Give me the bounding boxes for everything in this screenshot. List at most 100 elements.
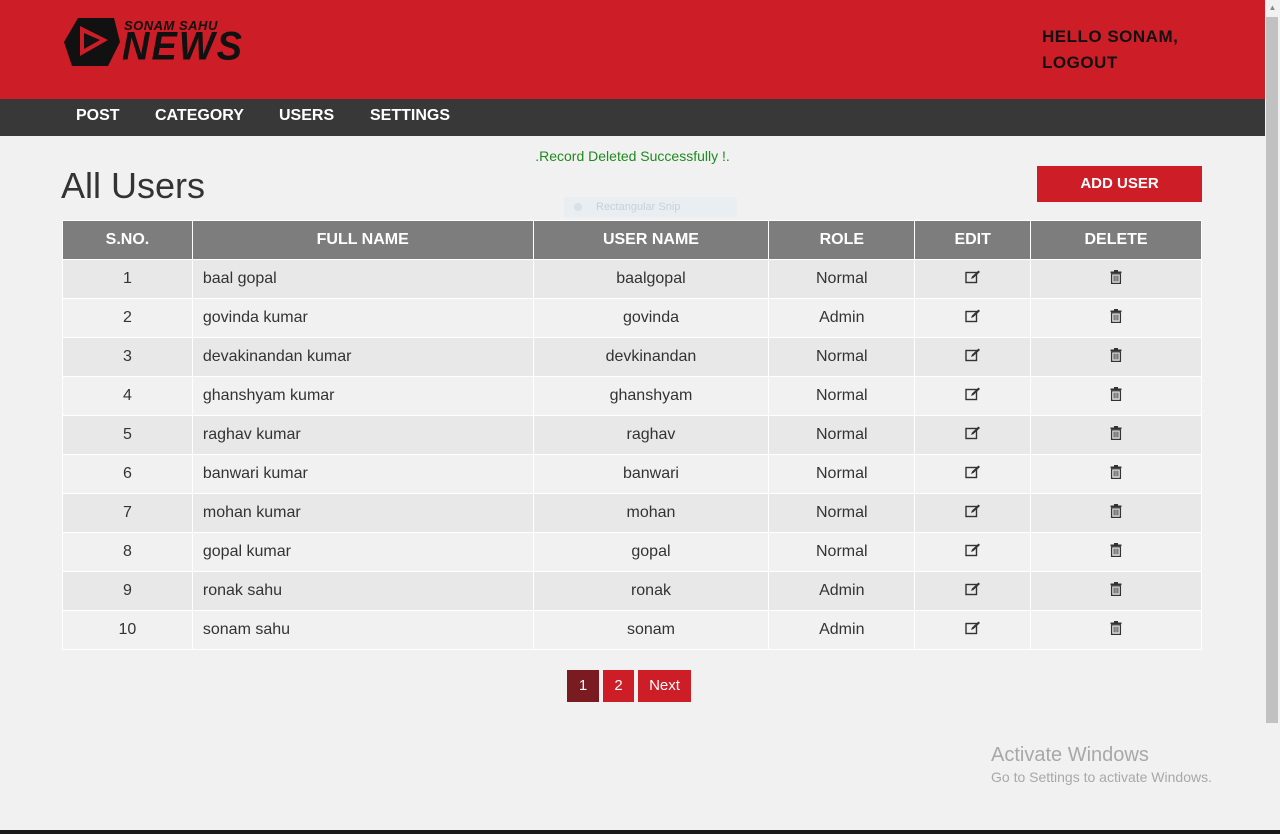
- page-2-button[interactable]: 2: [603, 670, 634, 702]
- col-header-delete: DELETE: [1030, 220, 1202, 260]
- trash-icon[interactable]: [1110, 503, 1122, 523]
- trash-icon[interactable]: [1110, 581, 1122, 601]
- cell-role: Normal: [768, 532, 916, 572]
- trash-icon[interactable]: [1110, 620, 1122, 640]
- edit-icon[interactable]: [964, 309, 981, 328]
- nav-item-post[interactable]: POST: [76, 99, 120, 136]
- cell-user-name: banwari: [532, 454, 770, 494]
- col-header-role: ROLE: [768, 220, 916, 260]
- trash-icon[interactable]: [1110, 386, 1122, 406]
- cell-role: Normal: [768, 376, 916, 416]
- logo-play-icon: [64, 18, 120, 66]
- users-table: S.NO. FULL NAME USER NAME ROLE EDIT DELE…: [62, 220, 1202, 650]
- cell-user-name: baalgopal: [532, 259, 770, 299]
- cell-user-name: devkinandan: [532, 337, 770, 377]
- cell-role: Admin: [768, 298, 916, 338]
- scroll-up-arrow-icon[interactable]: ▲: [1265, 0, 1280, 15]
- cell-full-name: banwari kumar: [191, 454, 534, 494]
- cell-full-name: sonam sahu: [191, 610, 534, 650]
- edit-icon[interactable]: [964, 621, 981, 640]
- success-message: .Record Deleted Successfully !.: [535, 148, 730, 164]
- cell-sno: 7: [62, 493, 193, 533]
- edit-icon[interactable]: [964, 465, 981, 484]
- greeting-text: HELLO SONAM,: [1042, 27, 1179, 46]
- cell-user-name: govinda: [532, 298, 770, 338]
- page-1-button[interactable]: 1: [567, 670, 599, 702]
- edit-icon[interactable]: [964, 543, 981, 562]
- page-title: All Users: [61, 165, 206, 206]
- main-nav: POST CATEGORY USERS SETTINGS: [0, 99, 1265, 136]
- cell-delete: [1030, 259, 1202, 299]
- nav-item-category[interactable]: CATEGORY: [155, 99, 244, 136]
- cell-sno: 4: [62, 376, 193, 416]
- snip-icon: [574, 203, 582, 211]
- cell-delete: [1030, 454, 1202, 494]
- logout-link[interactable]: LOGOUT: [1042, 50, 1178, 76]
- table-header-row: S.NO. FULL NAME USER NAME ROLE EDIT DELE…: [62, 220, 1202, 260]
- cell-edit: [914, 571, 1032, 611]
- cell-role: Admin: [768, 571, 916, 611]
- cell-edit: [914, 454, 1032, 494]
- user-greeting: HELLO SONAM, LOGOUT: [1042, 24, 1178, 76]
- edit-icon[interactable]: [964, 348, 981, 367]
- taskbar-edge: [0, 830, 1280, 834]
- cell-role: Normal: [768, 454, 916, 494]
- cell-edit: [914, 337, 1032, 377]
- cell-full-name: devakinandan kumar: [191, 337, 534, 377]
- next-page-button[interactable]: Next: [638, 670, 691, 702]
- nav-item-settings[interactable]: SETTINGS: [370, 99, 450, 136]
- cell-sno: 10: [62, 610, 193, 650]
- edit-icon[interactable]: [964, 582, 981, 601]
- table-row: 1 baal gopal baalgopal Normal: [62, 259, 1202, 299]
- edit-icon[interactable]: [964, 426, 981, 445]
- col-header-sno: S.NO.: [62, 220, 193, 260]
- cell-role: Normal: [768, 493, 916, 533]
- table-row: 9 ronak sahu ronak Admin: [62, 571, 1202, 611]
- col-header-user-name: USER NAME: [532, 220, 770, 260]
- trash-icon[interactable]: [1110, 269, 1122, 289]
- cell-full-name: ghanshyam kumar: [191, 376, 534, 416]
- cell-sno: 5: [62, 415, 193, 455]
- table-row: 10 sonam sahu sonam Admin: [62, 610, 1202, 650]
- table-row: 5 raghav kumar raghav Normal: [62, 415, 1202, 455]
- site-header: SONAM SAHU NEWS HELLO SONAM, LOGOUT: [0, 0, 1265, 99]
- cell-user-name: gopal: [532, 532, 770, 572]
- trash-icon[interactable]: [1110, 425, 1122, 445]
- trash-icon[interactable]: [1110, 308, 1122, 328]
- cell-sno: 6: [62, 454, 193, 494]
- cell-delete: [1030, 337, 1202, 377]
- cell-edit: [914, 493, 1032, 533]
- cell-role: Admin: [768, 610, 916, 650]
- cell-role: Normal: [768, 259, 916, 299]
- cell-sno: 1: [62, 259, 193, 299]
- cell-edit: [914, 259, 1032, 299]
- table-row: 8 gopal kumar gopal Normal: [62, 532, 1202, 572]
- edit-icon[interactable]: [964, 387, 981, 406]
- snip-overlay: Rectangular Snip: [564, 197, 737, 217]
- cell-edit: [914, 532, 1032, 572]
- cell-full-name: gopal kumar: [191, 532, 534, 572]
- scrollbar-thumb[interactable]: [1266, 17, 1278, 723]
- cell-user-name: sonam: [532, 610, 770, 650]
- cell-role: Normal: [768, 337, 916, 377]
- cell-user-name: ghanshyam: [532, 376, 770, 416]
- cell-delete: [1030, 415, 1202, 455]
- cell-user-name: mohan: [532, 493, 770, 533]
- trash-icon[interactable]: [1110, 347, 1122, 367]
- cell-edit: [914, 415, 1032, 455]
- cell-delete: [1030, 532, 1202, 572]
- cell-user-name: raghav: [532, 415, 770, 455]
- trash-icon[interactable]: [1110, 464, 1122, 484]
- cell-full-name: mohan kumar: [191, 493, 534, 533]
- trash-icon[interactable]: [1110, 542, 1122, 562]
- col-header-full-name: FULL NAME: [191, 220, 534, 260]
- edit-icon[interactable]: [964, 270, 981, 289]
- add-user-button[interactable]: ADD USER: [1037, 166, 1202, 202]
- table-row: 6 banwari kumar banwari Normal: [62, 454, 1202, 494]
- site-logo[interactable]: SONAM SAHU NEWS: [64, 16, 242, 68]
- table-row: 3 devakinandan kumar devkinandan Normal: [62, 337, 1202, 377]
- nav-item-users[interactable]: USERS: [279, 99, 334, 136]
- edit-icon[interactable]: [964, 504, 981, 523]
- table-row: 4 ghanshyam kumar ghanshyam Normal: [62, 376, 1202, 416]
- snip-label: Rectangular Snip: [596, 201, 681, 213]
